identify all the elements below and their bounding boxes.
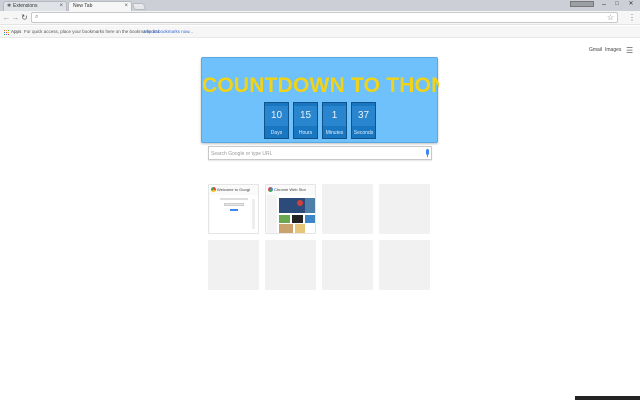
browser-toolbar: ← → ↻ ⌕ ☆ ⋮ [0,11,640,25]
close-window-icon[interactable]: ✕ [624,0,638,9]
tab-strip: ✱ Extensions × New Tab × – □ ✕ [0,0,640,11]
seconds-label: Seconds [353,130,374,136]
forward-arrow-icon[interactable]: → [11,13,20,22]
tile-title: Welcome to Googl [217,187,250,192]
bookmarks-message: For quick access, place your bookmarks h… [24,29,161,34]
tab-label: Extensions [13,3,38,9]
most-visited-tile-empty [322,184,373,234]
maximize-icon[interactable]: □ [610,0,624,9]
bookmark-star-icon[interactable]: ☆ [607,13,614,22]
countdown-minutes: 1 Minutes [322,102,347,139]
minutes-value: 1 [323,106,346,126]
hours-label: Hours [298,130,313,136]
most-visited-tile-empty [322,240,373,290]
address-bar[interactable]: ⌕ ☆ [31,12,618,23]
countdown-widget: COUNTDOWN TO THON 10 Days 15 Hours 1 Min… [201,57,439,143]
days-value: 10 [265,106,288,126]
profile-button[interactable] [570,1,594,7]
gmail-link[interactable]: Gmail [589,47,602,54]
most-visited-tile[interactable]: Chrome Web Stor [265,184,316,234]
address-input[interactable] [44,14,604,21]
puzzle-icon: ✱ [7,3,12,9]
new-tab-button[interactable] [131,3,147,10]
most-visited-tile-empty [208,240,259,290]
images-link[interactable]: Images [605,47,621,54]
close-tab-icon[interactable]: × [59,2,63,11]
tab-extensions[interactable]: ✱ Extensions × [3,1,67,11]
minutes-label: Minutes [325,130,344,136]
most-visited-tile[interactable]: Welcome to Googl [208,184,259,234]
tab-label: New Tab [73,3,93,9]
days-label: Days [270,130,283,136]
close-tab-icon[interactable]: × [124,2,128,11]
tab-new-tab[interactable]: New Tab × [68,1,132,11]
most-visited-tile-empty [265,240,316,290]
search-input[interactable] [211,149,416,158]
bookmarks-bar: Apps For quick access, place your bookma… [0,26,640,38]
seconds-value: 37 [352,106,375,126]
most-visited-tile-empty [379,184,430,234]
search-icon: ⌕ [35,14,39,20]
microphone-icon[interactable] [425,149,429,158]
minimize-icon[interactable]: – [597,0,611,9]
apps-icon[interactable] [4,30,9,35]
hours-value: 15 [294,106,317,126]
google-search-box[interactable] [208,146,432,160]
tile-title: Chrome Web Stor [274,187,306,192]
google-apps-icon[interactable]: ☰ [626,47,633,55]
import-bookmarks-link[interactable]: Import bookmarks now... [144,26,193,38]
countdown-hours: 15 Hours [293,102,318,139]
back-arrow-icon[interactable]: ← [2,13,11,22]
taskbar-tray [575,396,640,400]
most-visited-tile-empty [379,240,430,290]
menu-icon[interactable]: ⋮ [628,13,636,22]
reload-icon[interactable]: ↻ [20,13,29,22]
apps-shortcut[interactable]: Apps [11,26,21,38]
countdown-title: COUNTDOWN TO THON [202,75,439,97]
countdown-seconds: 37 Seconds [351,102,376,139]
tile-thumbnail [267,195,315,233]
tile-thumbnail [210,195,258,233]
countdown-days: 10 Days [264,102,289,139]
